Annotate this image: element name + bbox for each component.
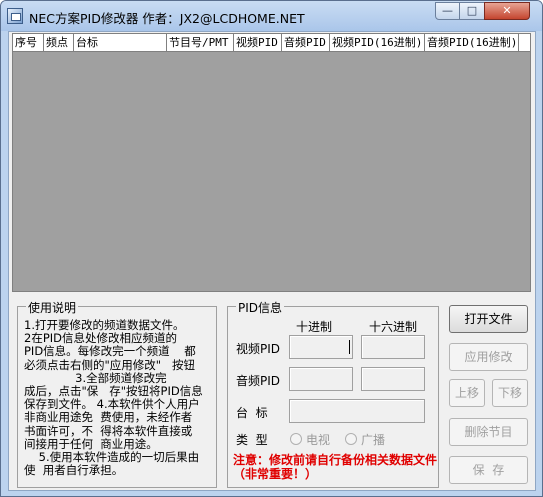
title-bar[interactable]: NEC方案PID修改器 作者：JX2@LCDHOME.NET — □ ✕: [1, 1, 542, 31]
column-header-audio-pid-hex[interactable]: 音频PID(16进制): [425, 34, 519, 51]
radio-tv-label: 电视: [306, 433, 331, 447]
apply-changes-button[interactable]: 应用修改: [449, 343, 528, 371]
decimal-header: 十进制: [296, 320, 333, 334]
video-pid-decimal-input[interactable]: [289, 335, 353, 359]
radio-broadcast[interactable]: 广播: [345, 431, 385, 448]
station-label: 台 标: [236, 406, 268, 420]
usage-line: 使 用者自行承担。: [24, 463, 124, 478]
type-label: 类 型: [236, 433, 268, 447]
window-title: NEC方案PID修改器 作者：JX2@LCDHOME.NET: [29, 11, 305, 26]
usage-line: 非商业用途免 费使用，未经作者: [24, 410, 193, 425]
usage-groupbox: 使用说明 1.打开要修改的频道数据文件。 2在PID信息处修改相应频道的 PID…: [17, 299, 217, 488]
column-header-video-pid-hex[interactable]: 视频PID(16进制): [330, 34, 425, 51]
maximize-button[interactable]: □: [459, 2, 485, 20]
list-header: 序号 频点 台标 节目号/PMT 视频PID 音频PID 视频PID(16进制)…: [13, 34, 530, 52]
app-window: NEC方案PID修改器 作者：JX2@LCDHOME.NET — □ ✕ 序号 …: [0, 0, 543, 497]
column-header-program-pmt[interactable]: 节目号/PMT: [167, 34, 234, 51]
app-icon: [7, 8, 23, 24]
radio-broadcast-label: 广播: [361, 433, 386, 447]
save-button[interactable]: 保 存: [449, 456, 528, 484]
delete-program-button[interactable]: 删除节目: [449, 418, 528, 446]
column-header-video-pid[interactable]: 视频PID: [234, 34, 282, 51]
video-pid-hex-input[interactable]: [361, 335, 425, 359]
client-area: 序号 频点 台标 节目号/PMT 视频PID 音频PID 视频PID(16进制)…: [8, 31, 536, 491]
usage-line: PID信息。每修改完一个频道 都: [24, 344, 196, 359]
channel-list[interactable]: 序号 频点 台标 节目号/PMT 视频PID 音频PID 视频PID(16进制)…: [12, 33, 531, 292]
radio-broadcast-dot: [345, 433, 357, 445]
open-file-button[interactable]: 打开文件: [449, 305, 528, 333]
move-up-button[interactable]: 上移: [449, 379, 485, 407]
close-button[interactable]: ✕: [484, 2, 530, 20]
column-header-audio-pid[interactable]: 音频PID: [282, 34, 330, 51]
usage-title: 使用说明: [26, 299, 79, 316]
usage-line: 书面许可，不 得将本软件直接或: [24, 423, 193, 438]
pid-title: PID信息: [236, 299, 285, 316]
station-input[interactable]: [289, 399, 425, 423]
audio-pid-hex-input[interactable]: [361, 367, 425, 391]
minimize-button[interactable]: —: [435, 2, 460, 20]
usage-text: 1.打开要修改的频道数据文件。 2在PID信息处修改相应频道的 PID信息。每修…: [24, 318, 214, 478]
radio-tv[interactable]: 电视: [290, 431, 330, 448]
warning-note: 注意：修改前请自行备份相关数据文件（非常重要！）: [233, 453, 438, 481]
move-down-button[interactable]: 下移: [492, 379, 528, 407]
audio-pid-label: 音频PID: [236, 374, 281, 388]
text-caret: [349, 340, 350, 354]
column-header-frequency[interactable]: 频点: [44, 34, 74, 51]
column-header-station[interactable]: 台标: [74, 34, 167, 51]
usage-line: 必须点击右侧的"应用修改" 按钮: [24, 357, 196, 372]
audio-pid-decimal-input[interactable]: [289, 367, 353, 391]
column-header-index[interactable]: 序号: [13, 34, 44, 51]
radio-tv-dot: [290, 433, 302, 445]
video-pid-label: 视频PID: [236, 342, 281, 356]
hex-header: 十六进制: [369, 320, 418, 334]
